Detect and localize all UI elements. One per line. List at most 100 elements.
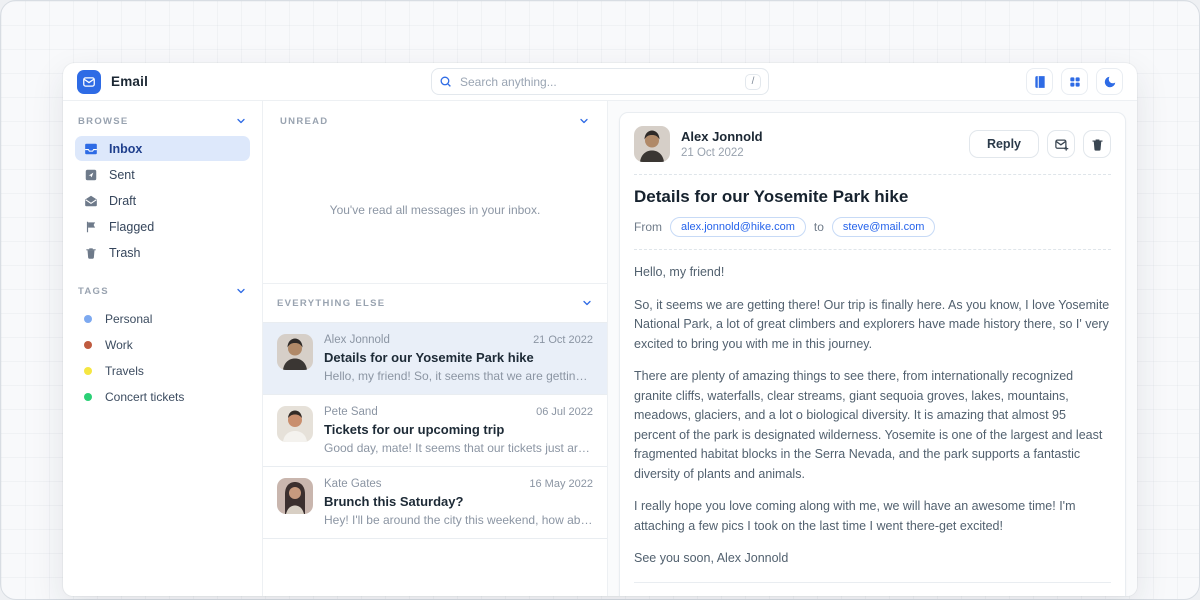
dark-mode-button[interactable] xyxy=(1096,68,1123,95)
from-email-chip[interactable]: alex.jonnold@hike.com xyxy=(670,217,806,237)
browse-section-header: Browse xyxy=(75,115,250,127)
sidebar-item-flagged[interactable]: Flagged xyxy=(75,214,250,239)
sidebar-item-label: Flagged xyxy=(109,220,154,234)
avatar xyxy=(277,478,313,514)
mail-body: Hello, my friend! So, it seems we are ge… xyxy=(634,263,1111,569)
flag-icon xyxy=(84,220,98,234)
tags-label: Tags xyxy=(78,286,109,297)
mail-item-subject: Details for our Yosemite Park hike xyxy=(324,350,593,365)
everything-else-header: Everything else xyxy=(263,283,607,313)
top-actions xyxy=(943,68,1123,95)
to-label: to xyxy=(814,220,824,234)
body-paragraph: I really hope you love coming along with… xyxy=(634,497,1111,536)
sidebar-item-label: Trash xyxy=(109,246,141,260)
body-paragraph: Hello, my friend! xyxy=(634,263,1111,283)
mail-item-date: 21 Oct 2022 xyxy=(533,334,593,346)
apps-grid-icon xyxy=(1068,75,1082,89)
book-icon xyxy=(1033,75,1047,89)
unread-empty-message: You've read all messages in your inbox. xyxy=(277,203,593,217)
from-label: From xyxy=(634,220,662,234)
trash-icon xyxy=(84,246,98,260)
page-background: Email Search anything... / xyxy=(0,0,1200,600)
mail-item-subject: Tickets for our upcoming trip xyxy=(324,422,593,437)
mail-detail-panel: Alex Jonnold 21 Oct 2022 Reply xyxy=(608,101,1137,596)
mail-detail-card: Alex Jonnold 21 Oct 2022 Reply xyxy=(619,112,1126,596)
from-to-row: From alex.jonnold@hike.com to steve@mail… xyxy=(634,217,1111,237)
search-shortcut-key: / xyxy=(745,74,761,90)
tags-section-header: Tags xyxy=(75,285,250,297)
unread-section: Unread You've read all messages in your … xyxy=(263,101,607,217)
sidebar-item-label: Inbox xyxy=(109,142,142,156)
divider xyxy=(634,174,1111,175)
envelope-icon xyxy=(82,75,96,89)
avatar xyxy=(277,406,313,442)
mail-item-preview: Good day, mate! It seems that our ticket… xyxy=(324,441,593,455)
forward-button[interactable] xyxy=(1047,130,1075,158)
search-input[interactable]: Search anything... / xyxy=(431,68,769,95)
body-paragraph: There are plenty of amazing things to se… xyxy=(634,367,1111,484)
mail-list-item-alex[interactable]: Alex Jonnold 21 Oct 2022 Details for our… xyxy=(263,322,607,394)
detail-header: Alex Jonnold 21 Oct 2022 Reply xyxy=(634,126,1111,162)
browse-label: Browse xyxy=(78,116,129,127)
search-icon xyxy=(439,75,452,88)
tags-section: Tags Personal Work Travels xyxy=(75,285,250,410)
detail-subject: Details for our Yosemite Park hike xyxy=(634,187,1111,207)
mail-item-preview: Hey! I'll be around the city this weeken… xyxy=(324,513,593,527)
to-email-chip[interactable]: steve@mail.com xyxy=(832,217,935,237)
reply-button[interactable]: Reply xyxy=(969,130,1039,158)
apps-button[interactable] xyxy=(1061,68,1088,95)
draft-icon xyxy=(84,194,98,208)
tag-label: Work xyxy=(105,338,133,352)
detail-actions: Reply xyxy=(969,130,1111,158)
unread-label: Unread xyxy=(280,116,328,127)
envelope-forward-icon xyxy=(1054,137,1069,152)
tag-item-work[interactable]: Work xyxy=(75,332,250,358)
email-app-window: Email Search anything... / xyxy=(63,63,1137,596)
mail-item-subject: Brunch this Saturday? xyxy=(324,494,593,509)
brand: Email xyxy=(77,70,257,94)
tag-dot xyxy=(84,367,92,375)
mail-item-sender: Kate Gates xyxy=(324,478,382,490)
sent-icon xyxy=(84,168,98,182)
tag-label: Concert tickets xyxy=(105,390,184,404)
sidebar-item-label: Draft xyxy=(109,194,136,208)
detail-date: 21 Oct 2022 xyxy=(681,147,958,159)
chevron-down-icon[interactable] xyxy=(235,285,247,297)
body-paragraph: So, it seems we are getting there! Our t… xyxy=(634,296,1111,355)
avatar xyxy=(634,126,670,162)
tag-item-concert-tickets[interactable]: Concert tickets xyxy=(75,384,250,410)
mail-item-sender: Pete Sand xyxy=(324,406,378,418)
unread-section-header: Unread xyxy=(277,115,593,127)
mail-list-panel: Unread You've read all messages in your … xyxy=(263,101,608,596)
sidebar: Browse Inbox Sent xyxy=(63,101,263,596)
chevron-down-icon[interactable] xyxy=(581,297,593,309)
search-placeholder: Search anything... xyxy=(460,75,737,89)
detail-sender-name: Alex Jonnold xyxy=(681,129,958,144)
docs-button[interactable] xyxy=(1026,68,1053,95)
tag-item-personal[interactable]: Personal xyxy=(75,306,250,332)
avatar xyxy=(277,334,313,370)
tag-label: Travels xyxy=(105,364,144,378)
delete-button[interactable] xyxy=(1083,130,1111,158)
sidebar-item-trash[interactable]: Trash xyxy=(75,240,250,265)
mail-list-item-pete[interactable]: Pete Sand 06 Jul 2022 Tickets for our up… xyxy=(263,394,607,466)
tag-item-travels[interactable]: Travels xyxy=(75,358,250,384)
trash-icon xyxy=(1090,137,1105,152)
attachments-label: Attachments xyxy=(634,596,1111,597)
mail-list-item-kate[interactable]: Kate Gates 16 May 2022 Brunch this Satur… xyxy=(263,466,607,539)
email-logo xyxy=(77,70,101,94)
tag-dot xyxy=(84,315,92,323)
sidebar-item-draft[interactable]: Draft xyxy=(75,188,250,213)
inbox-icon xyxy=(84,142,98,156)
everything-else-label: Everything else xyxy=(277,298,385,309)
sidebar-item-sent[interactable]: Sent xyxy=(75,162,250,187)
chevron-down-icon[interactable] xyxy=(235,115,247,127)
mail-item-date: 06 Jul 2022 xyxy=(536,406,593,418)
mail-item-date: 16 May 2022 xyxy=(529,478,593,490)
moon-icon xyxy=(1103,75,1117,89)
mail-item-preview: Hello, my friend! So, it seems that we a… xyxy=(324,369,593,383)
tag-label: Personal xyxy=(105,312,152,326)
chevron-down-icon[interactable] xyxy=(578,115,590,127)
sidebar-item-inbox[interactable]: Inbox xyxy=(75,136,250,161)
divider xyxy=(634,582,1111,583)
